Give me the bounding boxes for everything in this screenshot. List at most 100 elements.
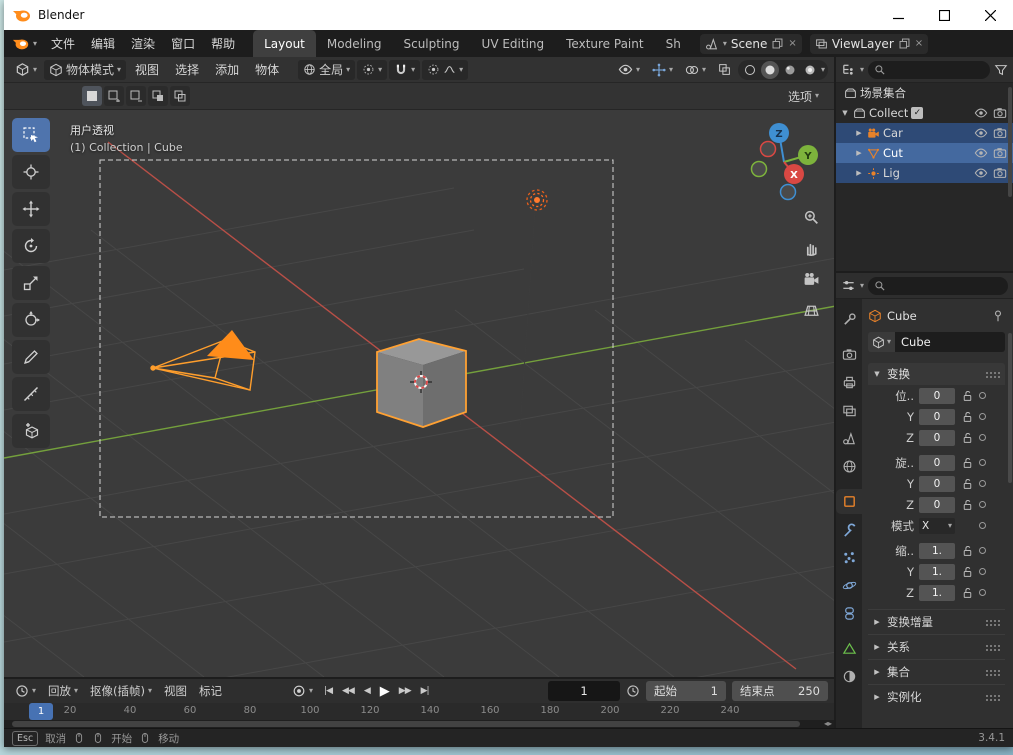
auto-keying-button[interactable]: ▾	[287, 681, 318, 701]
select-mode-new-button[interactable]	[82, 86, 102, 106]
hide-viewport-icon[interactable]	[974, 166, 988, 180]
menu-window[interactable]: 窗口	[163, 30, 203, 57]
shading-solid-button[interactable]	[760, 60, 779, 79]
minimize-button[interactable]	[875, 0, 921, 30]
menu-help[interactable]: 帮助	[203, 30, 243, 57]
menu-file[interactable]: 文件	[43, 30, 83, 57]
timeline-scroll-arrows[interactable]: ◂▸	[824, 719, 832, 728]
workspace-tab-sculpting[interactable]: Sculpting	[392, 30, 470, 57]
menu-add[interactable]: 添加	[208, 60, 246, 80]
remove-viewlayer-button[interactable]: ×	[915, 38, 923, 49]
outliner-row-cube[interactable]: ▶ Cut	[836, 143, 1013, 163]
properties-tab-object[interactable]	[836, 489, 862, 514]
viewlayer-selector[interactable]: ViewLayer ×	[809, 33, 929, 54]
panel-grip-icon[interactable]	[985, 668, 1001, 676]
camera-object[interactable]	[150, 330, 256, 391]
new-viewlayer-icon[interactable]	[898, 37, 911, 50]
markers-menu[interactable]: 标记	[194, 681, 227, 701]
properties-tab-material[interactable]	[836, 664, 862, 689]
frame-start-field[interactable]: 起始 1	[646, 681, 726, 701]
tool-rotate-button[interactable]	[12, 229, 50, 263]
outliner-editor-icon[interactable]	[841, 62, 856, 77]
animate-dot[interactable]	[979, 480, 986, 487]
cube-object[interactable]	[376, 338, 467, 428]
scene-selector[interactable]: ▾ Scene ×	[699, 33, 802, 54]
preview-range-toggle[interactable]	[626, 684, 640, 698]
disclosure-closed-icon[interactable]: ▶	[854, 149, 864, 157]
close-button[interactable]	[967, 0, 1013, 30]
delta-transform-panel-header[interactable]: ▶ 变换增量	[868, 609, 1005, 634]
properties-tab-view-layer[interactable]	[836, 398, 862, 423]
xray-toggle[interactable]	[713, 60, 736, 80]
hide-viewport-icon[interactable]	[974, 146, 988, 160]
scale-y-field[interactable]: 1.	[919, 563, 955, 580]
play-button[interactable]: ▶	[376, 681, 393, 701]
hide-viewport-icon[interactable]	[974, 106, 988, 120]
navigation-gizmo[interactable]: Z Y X	[742, 116, 826, 216]
properties-tab-modifiers[interactable]	[836, 517, 862, 542]
unlink-scene-button[interactable]: ×	[788, 38, 796, 49]
animate-dot[interactable]	[979, 501, 986, 508]
properties-tab-physics[interactable]	[836, 573, 862, 598]
disable-render-icon[interactable]	[993, 106, 1007, 120]
timeline-scrollbar-thumb[interactable]	[12, 721, 800, 727]
collections-panel-header[interactable]: ▶ 集合	[868, 659, 1005, 684]
properties-tab-scene[interactable]	[836, 426, 862, 451]
animate-dot[interactable]	[979, 589, 986, 596]
outliner-scrollbar[interactable]	[1008, 87, 1012, 197]
play-reverse-button[interactable]: ◀	[360, 681, 374, 701]
light-object[interactable]	[519, 189, 548, 431]
playhead[interactable]: 1	[29, 703, 53, 720]
select-mode-extend-button[interactable]	[104, 86, 124, 106]
jump-to-end-button[interactable]: ▶|	[417, 681, 433, 701]
lock-icon[interactable]	[960, 456, 974, 469]
timeline-editor-type-button[interactable]: ▾	[10, 681, 41, 701]
lock-icon[interactable]	[960, 586, 974, 599]
workspace-tab-shading[interactable]: Sh	[655, 30, 692, 57]
pin-icon[interactable]	[991, 309, 1005, 323]
disclosure-closed-icon[interactable]: ▶	[854, 169, 864, 177]
animate-dot[interactable]	[979, 568, 986, 575]
panel-grip-icon[interactable]	[985, 643, 1001, 651]
maximize-button[interactable]	[921, 0, 967, 30]
pan-view-button[interactable]	[800, 237, 822, 259]
menu-render[interactable]: 渲染	[123, 30, 163, 57]
next-keyframe-button[interactable]: ▶▶	[395, 681, 415, 701]
frame-end-field[interactable]: 结束点 250	[732, 681, 828, 701]
workspace-tab-layout[interactable]: Layout	[253, 30, 316, 57]
timeline-scrollbar[interactable]: ◂▸	[4, 719, 834, 728]
playback-menu[interactable]: 回放 ▾	[43, 681, 83, 701]
shading-material-button[interactable]	[781, 61, 799, 79]
outliner-search-input[interactable]	[868, 60, 990, 79]
gizmos-dropdown[interactable]: ▾	[647, 60, 678, 80]
properties-tab-render[interactable]	[836, 342, 862, 367]
properties-tab-object-data[interactable]	[836, 636, 862, 661]
select-mode-subtract-button[interactable]	[126, 86, 146, 106]
camera-view-button[interactable]	[800, 268, 822, 290]
animate-dot[interactable]	[979, 434, 986, 441]
tool-scale-button[interactable]	[12, 266, 50, 300]
select-mode-invert-button[interactable]	[148, 86, 168, 106]
prev-keyframe-button[interactable]: ◀◀	[338, 681, 358, 701]
proportional-edit-dropdown[interactable]: ▾	[422, 59, 469, 80]
panel-grip-icon[interactable]	[985, 370, 1001, 378]
properties-editor-icon[interactable]	[841, 278, 856, 293]
scene-collection-row[interactable]: 场景集合	[836, 83, 1013, 103]
properties-tab-output[interactable]	[836, 370, 862, 395]
overlays-dropdown[interactable]: ▾	[680, 60, 711, 80]
timeline-ruler[interactable]: 20 40 60 80 100 120 140 160 180 200 220 …	[4, 703, 834, 720]
menu-edit[interactable]: 编辑	[83, 30, 123, 57]
properties-tab-particles[interactable]	[836, 545, 862, 570]
tool-select-box-button[interactable]	[12, 118, 50, 152]
properties-scrollbar[interactable]	[1008, 333, 1012, 483]
tool-options-dropdown[interactable]: 选项 ▾	[783, 86, 824, 106]
disable-render-icon[interactable]	[993, 166, 1007, 180]
jump-to-start-button[interactable]: |◀	[320, 681, 336, 701]
relations-panel-header[interactable]: ▶ 关系	[868, 634, 1005, 659]
gizmo-minus-z-axis[interactable]	[779, 183, 797, 201]
animate-dot[interactable]	[979, 459, 986, 466]
lock-icon[interactable]	[960, 389, 974, 402]
hide-viewport-icon[interactable]	[974, 126, 988, 140]
properties-tab-tool[interactable]	[836, 307, 862, 332]
snap-toggle[interactable]: ▾	[389, 59, 421, 80]
